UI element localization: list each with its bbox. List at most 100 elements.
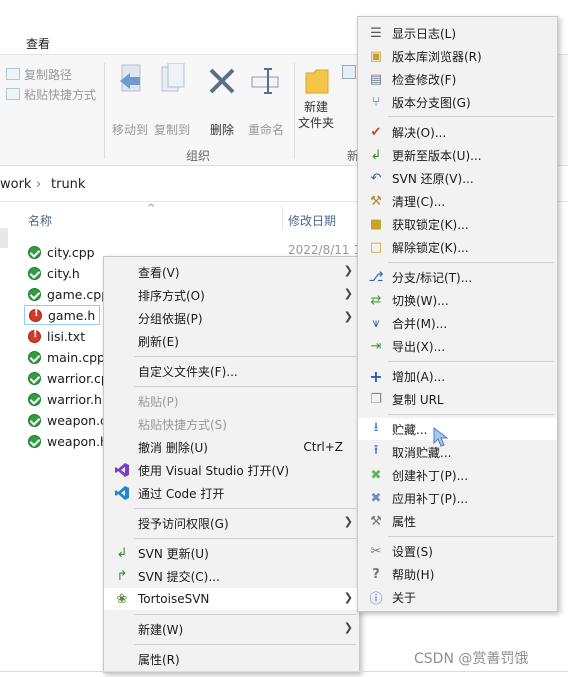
svn-normal-icon: [28, 245, 41, 259]
context-menu: 查看(V) ❯ 排序方式(O) ❯ 分组依据(P) ❯ 刷新(E) 自定义文件夹(F)…: [103, 256, 360, 673]
menu-item-new[interactable]: 新建(W) ❯: [104, 618, 359, 640]
svn-item-repo-browser[interactable]: ▣ 版本库浏览器(R): [358, 45, 557, 67]
menu-divider: [388, 361, 554, 362]
menu-item-customize[interactable]: 自定义文件夹(F)...: [104, 360, 359, 382]
paste-shortcut-icon: [6, 88, 20, 100]
svn-item-revert[interactable]: ↶ SVN 还原(V)...: [358, 167, 557, 189]
svn-modified-icon: [28, 329, 41, 343]
chevron-right-icon: ❯: [343, 515, 353, 528]
wrench-icon: ⚒: [370, 513, 382, 529]
file-row[interactable]: main.cpp: [28, 347, 105, 367]
visual-studio-icon: [115, 463, 129, 477]
menu-item-properties[interactable]: 属性(R): [104, 648, 359, 670]
help-icon: ?: [372, 566, 380, 582]
file-row[interactable]: game.cpp: [28, 284, 109, 304]
copy-to-button[interactable]: 复制到: [146, 121, 198, 138]
svn-item-get-lock[interactable]: ■ 获取锁定(K)...: [358, 213, 557, 235]
breadcrumb-separator: ›: [36, 177, 42, 192]
new-folder-icon: [305, 69, 329, 94]
svn-item-branch-tag[interactable]: ⎇ 分支/标记(T)...: [358, 266, 557, 288]
menu-item-grant-access[interactable]: 授予访问权限(G) ❯: [104, 512, 359, 534]
chevron-right-icon: ❯: [343, 310, 353, 323]
svn-item-switch[interactable]: ⇄ 切换(W)...: [358, 289, 557, 311]
breadcrumb-trunk[interactable]: trunk: [51, 177, 85, 192]
resolve-icon: ✔: [370, 124, 382, 140]
svn-item-shelve[interactable]: ⭳ 贮藏...: [358, 418, 557, 440]
revision-graph-icon: ⑂: [372, 94, 380, 110]
file-date: 2022/8/11 1: [288, 243, 361, 257]
copy-to-icon: [161, 63, 185, 92]
svn-normal-icon: [28, 434, 41, 448]
copy-path-button[interactable]: 复制路径: [6, 65, 72, 83]
svn-item-apply-patch[interactable]: ✖ 应用补丁(P)...: [358, 487, 557, 509]
tortoise-icon: ❀: [116, 591, 128, 607]
svn-commit-icon: ↱: [116, 568, 128, 584]
file-row[interactable]: weapon.h: [28, 431, 108, 451]
menu-item-svn-update[interactable]: ↲ SVN 更新(U): [104, 542, 359, 564]
svn-normal-icon: [28, 287, 41, 301]
svn-item-about[interactable]: ⓘ 关于: [358, 586, 557, 608]
svn-item-merge[interactable]: ⩛ 合并(M)...: [358, 312, 557, 334]
menu-item-svn-commit[interactable]: ↱ SVN 提交(C)...: [104, 565, 359, 587]
file-row[interactable]: city.cpp: [28, 242, 95, 262]
sort-ascending-icon: ^: [147, 203, 156, 214]
menu-item-open-code[interactable]: 通过 Code 打开: [104, 482, 359, 504]
branch-icon: ⎇: [368, 269, 384, 285]
update-to-revision-icon: ↲: [370, 147, 382, 163]
menu-item-sort[interactable]: 排序方式(O) ❯: [104, 284, 359, 306]
menu-item-group[interactable]: 分组依据(P) ❯: [104, 307, 359, 329]
menu-divider: [388, 414, 554, 415]
menu-divider: [134, 508, 356, 509]
svn-item-update-rev[interactable]: ↲ 更新至版本(U)...: [358, 144, 557, 166]
svn-item-settings[interactable]: ✂ 设置(S): [358, 540, 557, 562]
svn-item-export[interactable]: ⇥ 导出(X)...: [358, 335, 557, 357]
menu-item-paste[interactable]: 粘贴(P): [104, 390, 359, 412]
rename-icon: [251, 68, 279, 94]
file-row-selected[interactable]: game.h: [24, 305, 101, 325]
menu-item-view[interactable]: 查看(V) ❯: [104, 261, 359, 283]
column-name-header[interactable]: 名称: [28, 212, 52, 229]
svn-item-add[interactable]: + 增加(A)...: [358, 365, 557, 387]
svn-normal-icon: [28, 413, 41, 427]
settings-icon: ✂: [370, 543, 382, 559]
svn-item-create-patch[interactable]: ✖ 创建补丁(P)...: [358, 464, 557, 486]
menu-item-refresh[interactable]: 刷新(E): [104, 330, 359, 352]
menu-item-undo-delete[interactable]: 撤消 删除(U) Ctrl+Z: [104, 436, 359, 458]
svn-item-cleanup[interactable]: ⚒ 清理(C)...: [358, 190, 557, 212]
menu-divider: [388, 536, 554, 537]
svn-item-properties[interactable]: ⚒ 属性: [358, 510, 557, 532]
file-row[interactable]: city.h: [28, 263, 80, 283]
rename-button[interactable]: 重命名: [240, 121, 292, 138]
svn-item-unshelve[interactable]: ⭱ 取消贮藏...: [358, 441, 557, 463]
column-modified-header[interactable]: 修改日期: [288, 212, 336, 229]
info-icon: ⓘ: [369, 591, 383, 607]
file-row[interactable]: lisi.txt: [28, 326, 85, 346]
tab-view[interactable]: 查看: [26, 35, 50, 52]
log-icon: ☰: [370, 25, 382, 41]
file-row[interactable]: warrior.h: [28, 389, 102, 409]
menu-item-paste-shortcut[interactable]: 粘贴快捷方式(S): [104, 413, 359, 435]
svn-item-resolve[interactable]: ✔ 解决(O)...: [358, 121, 557, 143]
svn-item-rev-graph[interactable]: ⑂ 版本分支图(G): [358, 91, 557, 113]
chevron-right-icon: ❯: [343, 591, 353, 604]
breadcrumb-work[interactable]: work: [0, 177, 31, 192]
copy-path-icon: [6, 68, 20, 80]
shelve-icon: ⭳: [373, 420, 379, 435]
menu-item-tortoisesvn[interactable]: ❀ TortoiseSVN ❯: [104, 588, 359, 610]
repo-browser-icon: ▣: [369, 48, 383, 64]
column-divider[interactable]: [282, 206, 283, 230]
group-organize-label: 组织: [186, 149, 211, 163]
mouse-cursor-icon: [433, 426, 449, 447]
new-folder-button[interactable]: 新建 文件夹: [290, 99, 342, 131]
svn-normal-icon: [28, 350, 41, 364]
svn-item-copy-url[interactable]: ❐ 复制 URL: [358, 388, 557, 410]
menu-divider: [134, 644, 356, 645]
svn-item-help[interactable]: ? 帮助(H): [358, 563, 557, 585]
svn-item-show-log[interactable]: ☰ 显示日志(L): [358, 22, 557, 44]
svn-item-release-lock[interactable]: □ 解除锁定(K)...: [358, 236, 557, 258]
bottom-border: [0, 671, 568, 672]
menu-item-open-vs[interactable]: 使用 Visual Studio 打开(V): [104, 459, 359, 481]
paste-shortcut-button[interactable]: 粘贴快捷方式: [6, 85, 96, 103]
cleanup-broom-icon: ⚒: [370, 193, 382, 209]
svn-item-check-mod[interactable]: ▤ 检查修改(F): [358, 68, 557, 90]
